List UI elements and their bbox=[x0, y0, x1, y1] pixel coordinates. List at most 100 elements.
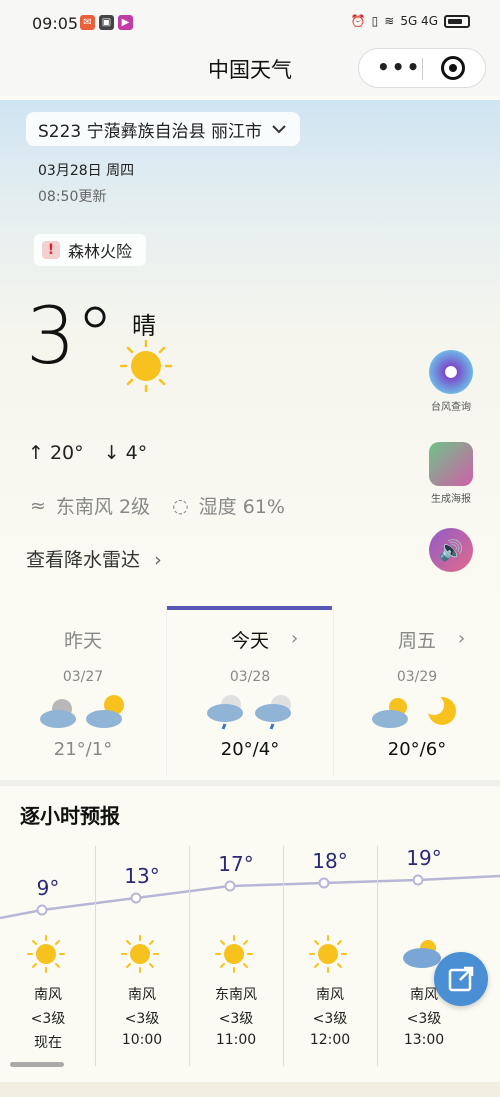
day-date: 03/27 bbox=[62, 669, 104, 685]
wind-text: 东南风 2级 bbox=[55, 496, 151, 518]
tab-today[interactable]: 今天 03/28 20°/4° › bbox=[167, 606, 333, 776]
day-forecast-tabs: 昨天 03/27 21°/1° 今天 03/28 20°/4° › 周五 03/… bbox=[0, 606, 500, 776]
horizontal-scroll-indicator[interactable] bbox=[10, 1062, 64, 1067]
share-button[interactable] bbox=[434, 952, 488, 1006]
title-bar: 中国天气 ••• bbox=[0, 44, 500, 96]
gift-icon: ▣ bbox=[99, 15, 114, 30]
video-app-icon: ▶ bbox=[118, 15, 133, 30]
hourly-weather-icon bbox=[120, 934, 160, 978]
update-time: 08:50更新 bbox=[38, 189, 107, 205]
day-name: 周五 bbox=[397, 630, 436, 652]
hourly-divider bbox=[189, 846, 190, 1066]
speaker-icon: 🔊 bbox=[429, 528, 473, 572]
sun-icon bbox=[215, 935, 253, 973]
high-temp: ↑ 20° bbox=[28, 442, 84, 464]
chevron-right-icon: › bbox=[154, 549, 162, 571]
rain-icon bbox=[255, 695, 291, 730]
tab-friday[interactable]: 周五 03/29 20°/6° › bbox=[334, 606, 500, 776]
hourly-temp: 17° bbox=[218, 852, 254, 876]
hourly-item: 18° 南风 <3级 12:00 bbox=[283, 846, 377, 1066]
current-weather-section: S223 宁蒗彝族自治县 丽江市 03月28日 周四 08:50更新 ! 森林火… bbox=[0, 100, 500, 610]
poster-label: 生成海报 bbox=[431, 494, 471, 505]
wind-icon: ≈ bbox=[30, 494, 46, 517]
hourly-time: 现在 bbox=[34, 1035, 62, 1051]
hourly-temp: 13° bbox=[124, 864, 160, 888]
hourly-temp: 18° bbox=[312, 849, 348, 873]
more-menu-icon[interactable]: ••• bbox=[377, 55, 421, 79]
warning-label: 森林火险 bbox=[68, 242, 133, 261]
hourly-item: 17° 东南风 <3级 11:00 bbox=[189, 846, 283, 1066]
day-range: 21°/1° bbox=[53, 739, 113, 760]
hourly-wind-level: <3级 bbox=[406, 1011, 442, 1027]
day-range: 20°/4° bbox=[220, 739, 280, 760]
sun-icon bbox=[119, 339, 173, 393]
day-name: 昨天 bbox=[63, 630, 102, 652]
hourly-wind-direction: 东南风 bbox=[215, 987, 257, 1003]
day-range: 20°/6° bbox=[387, 739, 447, 760]
hourly-wind-direction: 南风 bbox=[128, 987, 156, 1003]
day-icons bbox=[334, 691, 500, 733]
partly-cloudy-icon bbox=[372, 698, 408, 728]
sun-icon bbox=[121, 935, 159, 973]
warning-badge[interactable]: ! 森林火险 bbox=[34, 234, 147, 266]
day-date: 03/29 bbox=[396, 669, 438, 685]
camera-icon bbox=[429, 442, 473, 486]
alert-icon: ! bbox=[42, 241, 60, 259]
current-condition: 晴 bbox=[132, 312, 156, 340]
hourly-item: 13° 南风 <3级 10:00 bbox=[95, 846, 189, 1066]
rain-icon bbox=[207, 695, 243, 730]
hourly-weather-icon bbox=[214, 934, 254, 978]
hourly-temp: 19° bbox=[406, 846, 442, 870]
hourly-wind-level: <3级 bbox=[218, 1011, 254, 1027]
hourly-wind-direction: 南风 bbox=[316, 987, 344, 1003]
low-temp: ↓ 4° bbox=[103, 442, 148, 464]
status-bar: 09:05 ✉ ▣ ▶ ⏰ ▯ ≋ 5G 4G bbox=[0, 0, 500, 44]
tab-yesterday[interactable]: 昨天 03/27 21°/1° bbox=[0, 606, 166, 776]
hourly-divider bbox=[283, 846, 284, 1066]
alarm-icon: ⏰ bbox=[350, 14, 366, 28]
radar-link-label: 查看降水雷达 bbox=[26, 549, 141, 571]
wind-humidity-row: ≈ 东南风 2级 ◌ 湿度 61% bbox=[30, 492, 285, 519]
capsule-divider bbox=[422, 58, 423, 80]
hourly-divider bbox=[95, 846, 96, 1066]
hourly-time: 13:00 bbox=[403, 1032, 445, 1048]
vibrate-icon: ▯ bbox=[371, 14, 379, 28]
date-text: 03月28日 周四 bbox=[38, 163, 135, 179]
sun-icon bbox=[27, 935, 65, 973]
battery-icon bbox=[444, 14, 470, 28]
current-temperature: 3° bbox=[26, 292, 115, 382]
close-miniapp-icon[interactable] bbox=[441, 56, 465, 80]
sun-icon bbox=[309, 935, 347, 973]
location-selector[interactable]: S223 宁蒗彝族自治县 丽江市 bbox=[26, 112, 301, 146]
signal-icon: 5G 4G bbox=[400, 14, 438, 28]
poster-button[interactable]: 生成海报 bbox=[426, 442, 476, 505]
day-date: 03/28 bbox=[229, 669, 271, 685]
status-time: 09:05 bbox=[32, 14, 79, 33]
typhoon-button[interactable]: 台风查询 bbox=[426, 350, 476, 413]
hourly-title: 逐小时预报 bbox=[20, 804, 120, 828]
hourly-weather-icon bbox=[26, 934, 66, 978]
moon-icon bbox=[424, 695, 456, 725]
chevron-right-icon: › bbox=[291, 628, 299, 649]
section-divider bbox=[0, 780, 500, 786]
hourly-time: 12:00 bbox=[309, 1032, 351, 1048]
moon-cloud-icon bbox=[86, 695, 124, 728]
hourly-wind-level: <3级 bbox=[30, 1011, 66, 1027]
typhoon-label: 台风查询 bbox=[431, 402, 471, 413]
voice-button[interactable]: 🔊 bbox=[426, 528, 476, 576]
hourly-wind-level: <3级 bbox=[312, 1011, 348, 1027]
status-indicators: ⏰ ▯ ≋ 5G 4G bbox=[351, 14, 470, 28]
hourly-time: 11:00 bbox=[215, 1032, 257, 1048]
high-low-temps: ↑ 20° ↓ 4° bbox=[28, 442, 161, 464]
radar-link[interactable]: 查看降水雷达 › bbox=[26, 545, 162, 572]
wifi-icon: ≋ bbox=[384, 14, 395, 28]
share-icon bbox=[448, 966, 474, 992]
cloudy-icon bbox=[40, 699, 76, 728]
notification-app-icon: ✉ bbox=[80, 15, 95, 30]
hourly-time: 10:00 bbox=[121, 1032, 163, 1048]
day-icons bbox=[167, 691, 333, 733]
day-name: 今天 bbox=[230, 630, 269, 652]
hourly-weather-icon bbox=[308, 934, 348, 978]
hourly-wind-level: <3级 bbox=[124, 1011, 160, 1027]
hourly-temp: 9° bbox=[36, 876, 60, 900]
